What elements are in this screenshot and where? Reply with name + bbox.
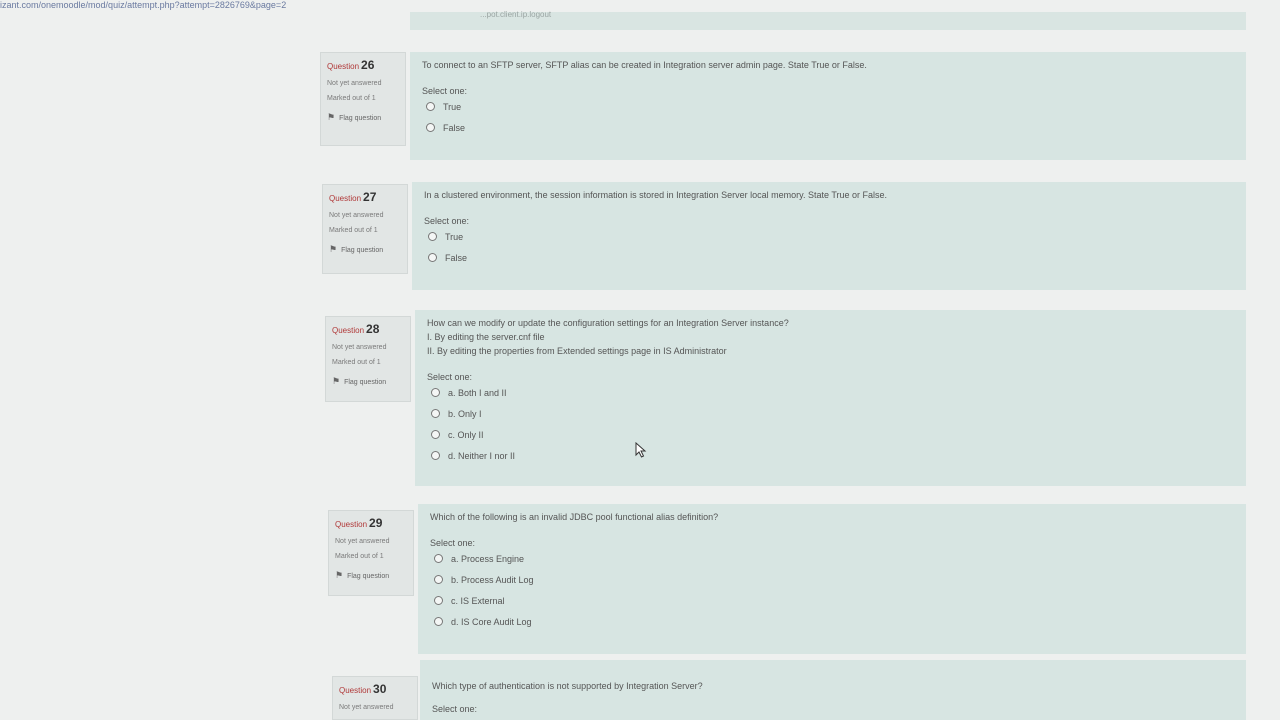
option-true[interactable]: True (422, 96, 1234, 117)
radio-button[interactable] (434, 575, 443, 584)
flag-question-button[interactable]: ⚑ Flag question (335, 570, 407, 581)
select-one-label: Select one: (422, 86, 468, 96)
select-one-label: Select one: (432, 704, 478, 714)
question-info-30: Question 30 Not yet answered (332, 676, 418, 720)
select-one-label: Select one: (430, 538, 476, 548)
option-d[interactable]: d. Neither I nor II (427, 445, 1234, 466)
question-state: Not yet answered (335, 538, 390, 545)
address-bar-url[interactable]: izant.com/onemoodle/mod/quiz/attempt.php… (0, 0, 286, 12)
question-state: Not yet answered (329, 212, 384, 219)
question-text: Which type of authentication is not supp… (432, 681, 703, 691)
radio-button[interactable] (434, 554, 443, 563)
previous-question-panel: ...pot.client.ip.logout (410, 10, 1246, 30)
option-b[interactable]: b. Process Audit Log (430, 569, 1234, 590)
question-info-27: Question 27 Not yet answered Marked out o… (322, 184, 408, 274)
question-text: To connect to an SFTP server, SFTP alias… (422, 60, 867, 70)
option-a[interactable]: a. Both I and II (427, 382, 1234, 403)
question-number: Question 28 (332, 322, 380, 336)
select-one-label: Select one: (427, 372, 473, 382)
radio-button[interactable] (426, 123, 435, 132)
question-text: Which of the following is an invalid JDB… (430, 512, 719, 522)
option-false[interactable]: False (422, 117, 1234, 138)
question-text: How can we modify or update the configur… (427, 318, 789, 356)
question-mark: Marked out of 1 (335, 553, 384, 560)
question-number: Question 27 (329, 190, 377, 204)
question-body-27: In a clustered environment, the session … (412, 182, 1246, 290)
flag-icon: ⚑ (335, 570, 344, 580)
question-state: Not yet answered (327, 80, 382, 87)
radio-button[interactable] (434, 596, 443, 605)
question-body-29: Which of the following is an invalid JDB… (418, 504, 1246, 654)
question-body-26: To connect to an SFTP server, SFTP alias… (410, 52, 1246, 160)
question-info-28: Question 28 Not yet answered Marked out o… (325, 316, 411, 402)
question-info-29: Question 29 Not yet answered Marked out o… (328, 510, 414, 596)
flag-question-button[interactable]: ⚑ Flag question (327, 112, 399, 123)
flag-icon: ⚑ (327, 112, 336, 122)
question-number: Question 26 (327, 58, 375, 72)
question-state: Not yet answered (339, 704, 394, 711)
question-body-30: Which type of authentication is not supp… (420, 660, 1246, 720)
question-mark: Marked out of 1 (327, 95, 376, 102)
question-body-28: How can we modify or update the configur… (415, 310, 1246, 486)
option-b[interactable]: b. Only I (427, 403, 1234, 424)
radio-button[interactable] (428, 232, 437, 241)
question-number: Question 30 (339, 682, 387, 696)
option-false[interactable]: False (424, 247, 1234, 268)
previous-question-text: ...pot.client.ip.logout (480, 10, 552, 19)
radio-button[interactable] (431, 388, 440, 397)
flag-icon: ⚑ (329, 244, 338, 254)
option-c[interactable]: c. IS External (430, 590, 1234, 611)
question-mark: Marked out of 1 (332, 359, 381, 366)
question-mark: Marked out of 1 (329, 227, 378, 234)
select-one-label: Select one: (424, 216, 470, 226)
radio-button[interactable] (431, 430, 440, 439)
question-number: Question 29 (335, 516, 383, 530)
flag-icon: ⚑ (332, 376, 341, 386)
option-d[interactable]: d. IS Core Audit Log (430, 611, 1234, 632)
radio-button[interactable] (428, 253, 437, 262)
question-info-26: Question 26 Not yet answered Marked out o… (320, 52, 406, 146)
flag-question-button[interactable]: ⚑ Flag question (332, 376, 404, 387)
flag-question-button[interactable]: ⚑ Flag question (329, 244, 401, 255)
radio-button[interactable] (431, 451, 440, 460)
question-state: Not yet answered (332, 344, 387, 351)
radio-button[interactable] (431, 409, 440, 418)
option-c[interactable]: c. Only II (427, 424, 1234, 445)
radio-button[interactable] (426, 102, 435, 111)
question-text: In a clustered environment, the session … (424, 190, 888, 200)
option-true[interactable]: True (424, 226, 1234, 247)
radio-button[interactable] (434, 617, 443, 626)
option-a[interactable]: a. Process Engine (430, 548, 1234, 569)
